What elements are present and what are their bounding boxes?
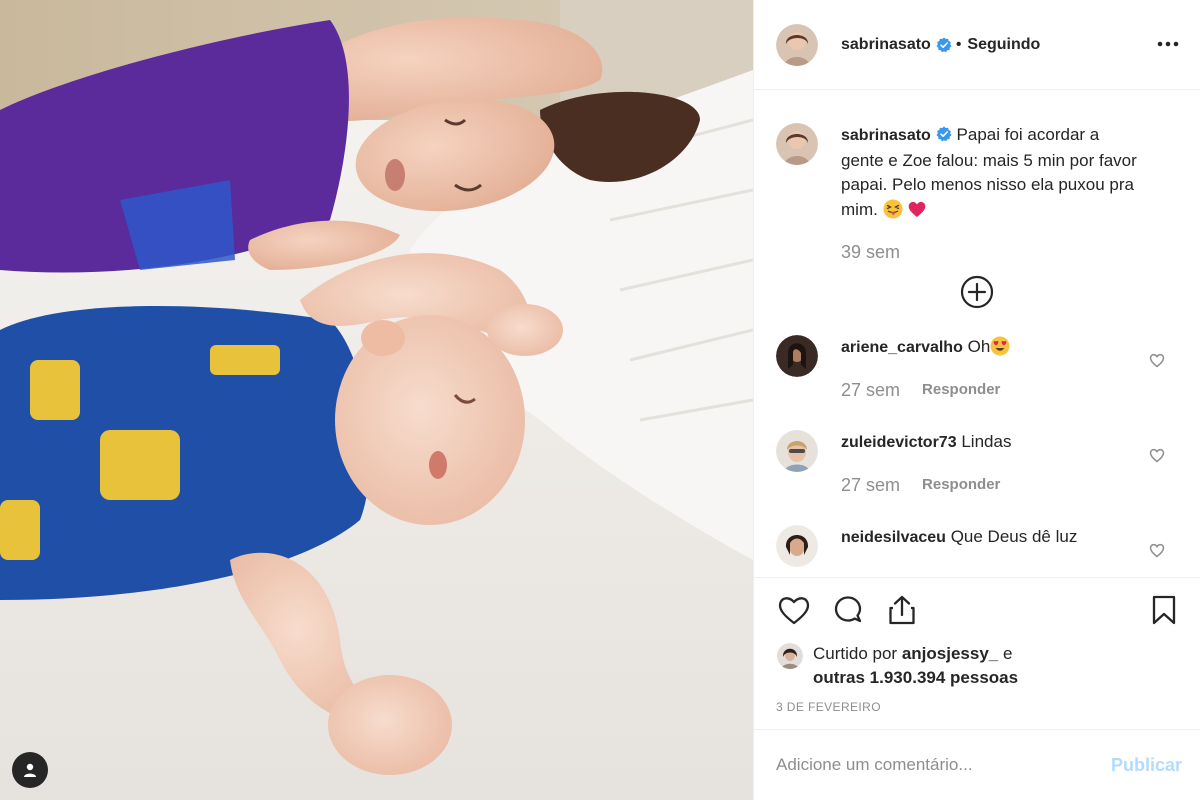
post-actions: Curtido por anjosjessy_ e outras 1.930.3… (754, 577, 1200, 729)
caption-body: sabrinasato Papai foi acordar a gente e … (841, 123, 1141, 265)
commenter-avatar[interactable] (776, 524, 818, 567)
heart-icon (778, 597, 810, 625)
post-side-panel: sabrinasato • Seguindo sabrinasato Papai… (753, 0, 1200, 800)
caption-username[interactable]: sabrinasato (841, 127, 931, 144)
instagram-post: sabrinasato • Seguindo sabrinasato Papai… (0, 0, 1200, 800)
comment-body: ariene_carvalho Oh 27 sem Responder (841, 335, 1178, 402)
comment-timestamp: 27 sem (841, 379, 901, 400)
comment-item: zuleidevictor73 Lindas 27 sem Responder (776, 429, 1178, 497)
share-icon (889, 595, 915, 625)
comment-meta: 27 sem Responder (841, 378, 1178, 402)
add-comment-bar: Publicar (754, 729, 1200, 800)
likes-connector: e (1002, 644, 1013, 663)
post-caption: sabrinasato Papai foi acordar a gente e … (776, 91, 1178, 265)
reply-button[interactable]: Responder (922, 473, 1000, 497)
caption-timestamp: 39 sem (841, 242, 901, 262)
verified-badge-icon (936, 126, 952, 142)
user-tag-icon (24, 763, 36, 777)
likes-prefix: Curtido por (813, 644, 898, 663)
commenter-avatar[interactable] (776, 334, 818, 377)
author-username[interactable]: sabrinasato (841, 36, 931, 54)
comment-item: ariene_carvalho Oh 27 sem Responder (776, 334, 1178, 402)
author-avatar[interactable] (776, 23, 818, 66)
likes-count-link[interactable]: outras 1.930.394 pessoas (813, 668, 1018, 687)
post-header: sabrinasato • Seguindo (754, 0, 1200, 90)
heart-icon[interactable] (1148, 446, 1166, 464)
commenter-avatar[interactable] (776, 429, 818, 472)
heart-icon[interactable] (1148, 351, 1166, 369)
comment-item: neidesilvaceu Que Deus dê luz (776, 524, 1178, 567)
commenter-username[interactable]: zuleidevictor73 (841, 434, 957, 451)
commenter-username[interactable]: ariene_carvalho (841, 339, 963, 356)
post-photo[interactable] (0, 0, 753, 800)
comment-body: neidesilvaceu Que Deus dê luz (841, 525, 1178, 567)
more-options-icon (1157, 41, 1179, 47)
comment-button[interactable] (830, 592, 866, 628)
publish-button[interactable]: Publicar (1111, 755, 1182, 776)
like-button[interactable] (776, 592, 812, 628)
comment-meta: 27 sem Responder (841, 473, 1178, 497)
comment-text: Oh (967, 336, 991, 356)
more-options-button[interactable] (1154, 31, 1182, 57)
save-button[interactable] (1146, 592, 1182, 628)
post-date: 3 DE FEVEREIRO (776, 700, 881, 714)
share-button[interactable] (884, 592, 920, 628)
add-circle-icon[interactable] (960, 275, 994, 309)
caption-author-avatar[interactable] (776, 123, 818, 165)
comments-list[interactable]: sabrinasato Papai foi acordar a gente e … (754, 91, 1200, 576)
photo-illustration (0, 0, 753, 800)
heart-icon[interactable] (1148, 541, 1166, 559)
bookmark-icon (1152, 595, 1176, 625)
reply-button[interactable]: Responder (922, 378, 1000, 402)
comment-input[interactable] (776, 755, 1111, 775)
first-liker-username[interactable]: anjosjessy_ (902, 644, 998, 663)
following-button[interactable]: Seguindo (967, 36, 1040, 54)
action-bar (776, 578, 1178, 642)
squinting-face-with-tongue-icon (883, 199, 903, 218)
liker-avatar[interactable] (777, 643, 803, 669)
comment-timestamp: 27 sem (841, 474, 901, 495)
verified-badge-icon (936, 37, 952, 52)
red-heart-icon (908, 201, 926, 217)
comment-icon (834, 596, 862, 623)
commenter-username[interactable]: neidesilvaceu (841, 529, 946, 546)
heart-eyes-icon (990, 336, 1010, 355)
comment-body: zuleidevictor73 Lindas 27 sem Responder (841, 430, 1178, 497)
comment-text: Lindas (961, 431, 1012, 451)
likes-text: Curtido por anjosjessy_ e outras 1.930.3… (813, 642, 1018, 690)
load-more-comments (776, 275, 1178, 309)
likes-summary: Curtido por anjosjessy_ e outras 1.930.3… (776, 642, 1178, 690)
comment-text: Que Deus dê luz (950, 526, 1078, 546)
header-separator: • (955, 35, 962, 53)
user-tag-button[interactable] (12, 752, 48, 788)
